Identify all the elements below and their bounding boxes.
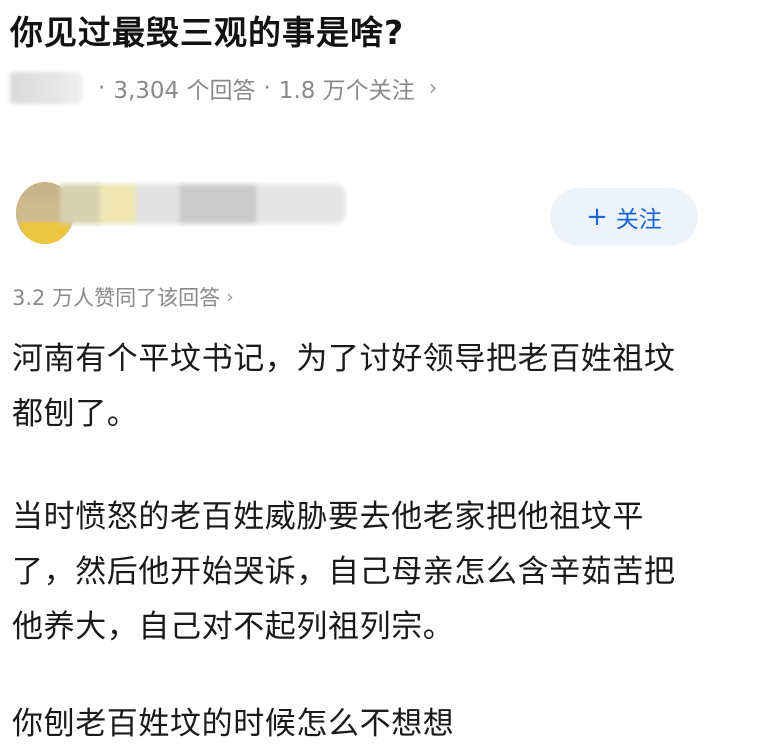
answer-paragraph: 当时愤怒的老百姓威胁要去他老家把他祖坟平 了，然后他开始哭诉，自己母亲怎么含辛茹… xyxy=(12,490,756,655)
likes-summary[interactable]: 3.2 万人赞同了该回答 › xyxy=(12,282,234,312)
avatar-image-lower xyxy=(20,222,70,244)
follow-label: 关注 xyxy=(615,207,662,233)
answer-count: 3,304 个回答 xyxy=(113,78,256,104)
blur-block xyxy=(180,184,256,224)
answer-paragraph: 你刨老百姓坟的时候怎么不想想 xyxy=(12,697,756,752)
likes-text: 3.2 万人赞同了该回答 xyxy=(12,286,221,310)
meta-separator: · xyxy=(263,75,271,101)
paragraph-line: 你刨老百姓坟的时候怎么不想想 xyxy=(12,706,455,742)
meta-separator: · xyxy=(98,75,106,101)
plus-icon: + xyxy=(586,202,608,232)
follower-count: 1.8 万个关注 xyxy=(278,78,415,104)
blurred-topic xyxy=(10,72,82,104)
answer-paragraph: 河南有个平坟书记，为了讨好领导把老百姓祖坟 都刨了。 xyxy=(12,332,756,442)
chevron-right-icon[interactable]: › xyxy=(429,76,438,101)
follow-button[interactable]: + 关注 xyxy=(550,188,698,246)
blur-block xyxy=(100,184,136,224)
chevron-right-icon: › xyxy=(226,286,234,308)
question-title[interactable]: 你见过最毁三观的事是啥? xyxy=(10,6,404,54)
paragraph-line: 都刨了。 xyxy=(12,396,139,432)
paragraph-line: 河南有个平坟书记，为了讨好领导把老百姓祖坟 xyxy=(12,341,676,377)
paragraph-line: 了，然后他开始哭诉，自己母亲怎么含辛茹苦把 xyxy=(12,554,676,590)
blur-block xyxy=(60,184,100,224)
blur-block xyxy=(136,184,180,224)
author-row: + 关注 xyxy=(16,178,736,258)
paragraph-line: 他养大，自己对不起列祖列宗。 xyxy=(12,609,455,645)
paragraph-line: 当时愤怒的老百姓威胁要去他老家把他祖坟平 xyxy=(12,499,644,535)
blur-block xyxy=(256,184,346,224)
blurred-author-name[interactable] xyxy=(60,184,346,224)
question-meta[interactable]: · 3,304 个回答 · 1.8 万个关注 › xyxy=(10,68,437,108)
